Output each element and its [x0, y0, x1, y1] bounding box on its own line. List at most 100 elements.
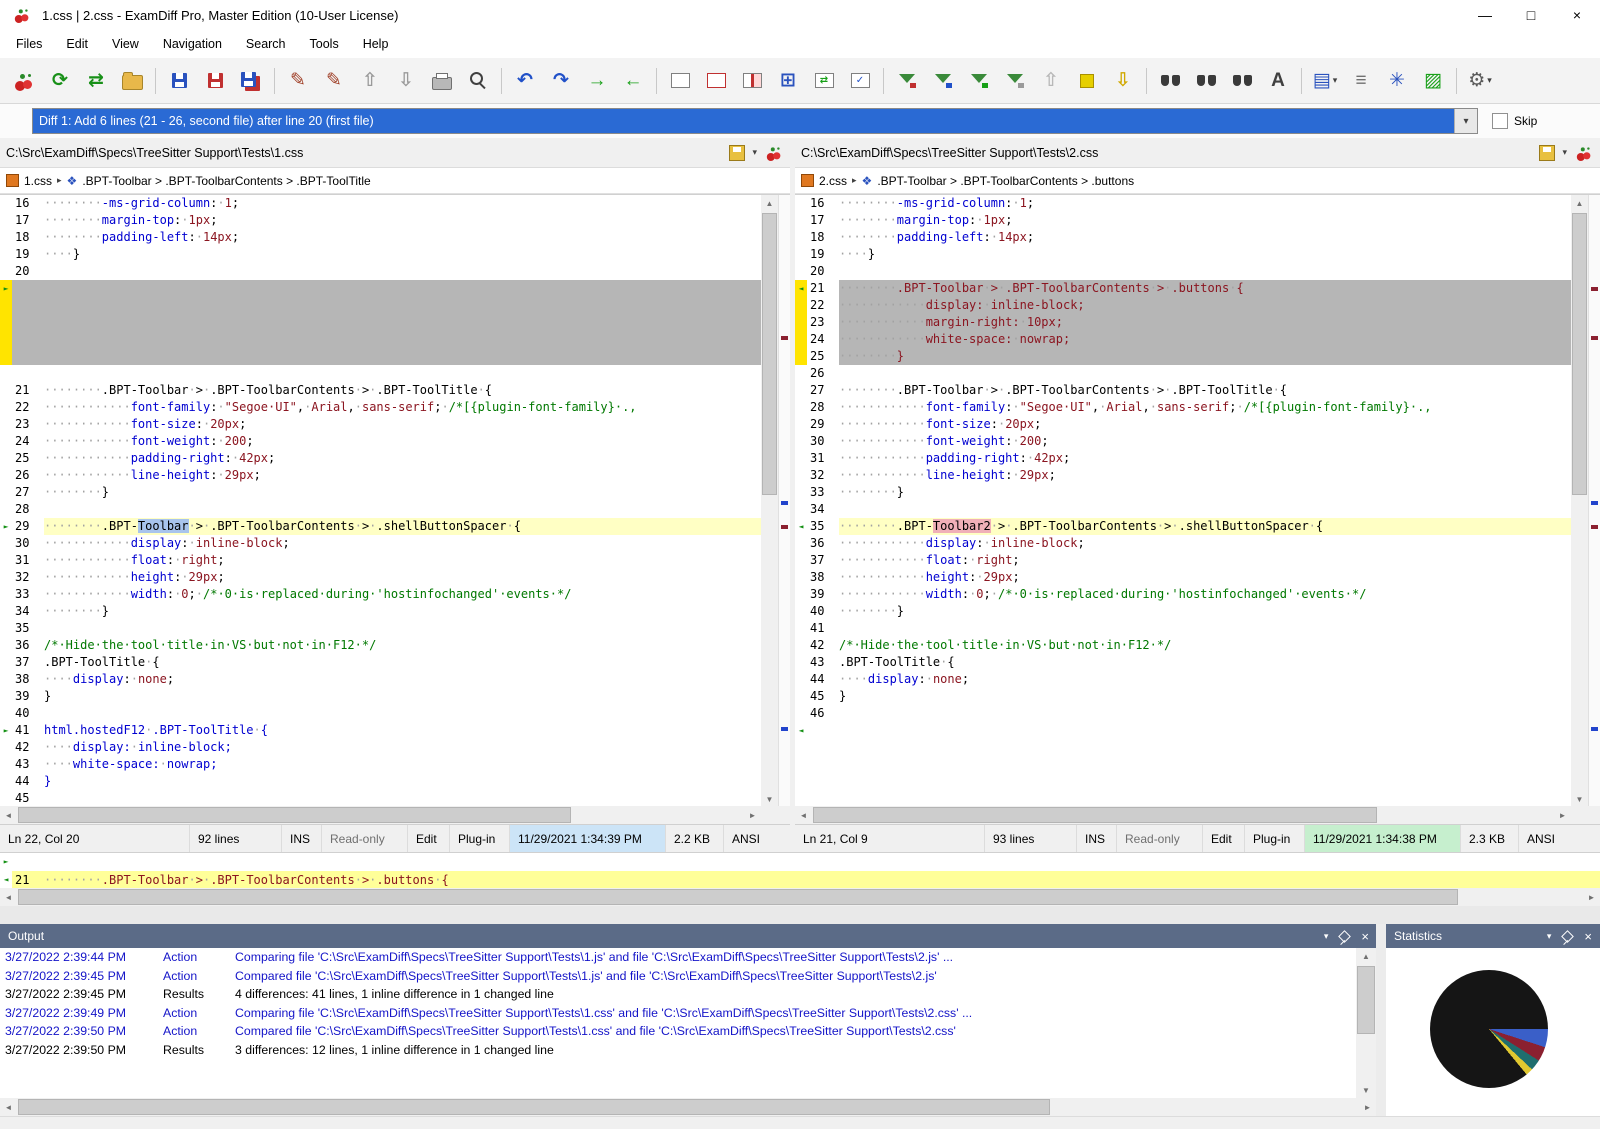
save-copy-icon[interactable] [1539, 145, 1555, 161]
output-vertical-scrollbar[interactable]: ▲ ▼ [1356, 948, 1376, 1098]
save-copy-icon[interactable] [729, 145, 745, 161]
skip-checkbox[interactable] [1492, 113, 1508, 129]
close-panel-icon[interactable]: × [1584, 929, 1592, 944]
grid-view-button[interactable]: ⊞ [771, 64, 805, 98]
find-previous-button[interactable] [1225, 64, 1259, 98]
right-vertical-scrollbar[interactable]: ▲ ▼ [1571, 195, 1588, 807]
scroll-down-icon[interactable]: ▼ [1356, 1082, 1376, 1098]
scrollbar-thumb[interactable] [813, 807, 1377, 823]
code-line[interactable]: 34 [795, 501, 1571, 518]
minimize-button[interactable]: — [1462, 0, 1508, 30]
show-first-pane-only-button[interactable] [663, 64, 697, 98]
menu-search[interactable]: Search [234, 33, 298, 55]
redo-button[interactable]: ↷ [544, 64, 578, 98]
scroll-right-icon[interactable]: ► [744, 806, 761, 824]
diff-selector[interactable]: Diff 1: Add 6 lines (21 - 26, second fil… [32, 108, 1478, 134]
output-horizontal-scrollbar[interactable]: ◄ ► [0, 1098, 1376, 1116]
find-button[interactable] [1153, 64, 1187, 98]
maximize-button[interactable]: □ [1508, 0, 1554, 30]
code-line[interactable]: 30············font-weight:·200; [795, 433, 1571, 450]
code-line[interactable]: 40 [0, 705, 761, 722]
previous-change-block-button[interactable]: ⇧ [1034, 64, 1068, 98]
open-button[interactable] [115, 64, 149, 98]
code-line[interactable]: 16········-ms-grid-column:·1; [795, 195, 1571, 212]
scroll-up-icon[interactable]: ▲ [1356, 948, 1376, 964]
code-line[interactable]: 31············float:·right; [0, 552, 761, 569]
code-line[interactable]: 45 [0, 790, 761, 807]
status-plugin[interactable]: Plug-in [1245, 825, 1305, 852]
show-second-pane-only-button[interactable] [699, 64, 733, 98]
save-both-button[interactable] [234, 64, 268, 98]
status-plugin[interactable]: Plug-in [450, 825, 510, 852]
code-line[interactable]: 28············font-family:·"Segoe·UI",·A… [795, 399, 1571, 416]
scroll-down-icon[interactable]: ▼ [1571, 791, 1588, 807]
code-line[interactable]: 46 [795, 705, 1571, 722]
letter-case-button[interactable]: A [1261, 64, 1295, 98]
filter-added-button[interactable] [926, 64, 960, 98]
find-next-button[interactable] [1189, 64, 1223, 98]
code-line[interactable]: 38············height:·29px; [795, 569, 1571, 586]
panel-menu-caret-icon[interactable]: ▾ [1547, 931, 1552, 942]
edit-report-button[interactable]: ▨ [1416, 64, 1450, 98]
scroll-right-icon[interactable]: ► [1554, 806, 1571, 824]
print-button[interactable] [425, 64, 459, 98]
breadcrumb-file[interactable]: 1.css [24, 174, 52, 188]
scroll-up-icon[interactable]: ▲ [761, 195, 778, 211]
edit-first-file-button[interactable]: ✎ [281, 64, 315, 98]
next-change-block-button[interactable]: ⇩ [1106, 64, 1140, 98]
copy-block-to-second-button[interactable]: ⇩ [389, 64, 423, 98]
status-edit[interactable]: Edit [1203, 825, 1245, 852]
filler-row[interactable] [0, 365, 761, 382]
code-line[interactable]: 33········} [795, 484, 1571, 501]
code-line[interactable]: 24············font-weight:·200; [0, 433, 761, 450]
code-line[interactable]: 27········} [0, 484, 761, 501]
code-line[interactable]: 24············white-space:·nowrap; [795, 331, 1571, 348]
left-code[interactable]: 16········-ms-grid-column:·1;17········m… [0, 195, 761, 807]
breadcrumb-file[interactable]: 2.css [819, 174, 847, 188]
code-line[interactable]: ◄21········.BPT-Toolbar·>·.BPT-ToolbarCo… [795, 280, 1571, 297]
code-line[interactable]: 25········} [795, 348, 1571, 365]
horizontal-splitter[interactable] [0, 906, 1600, 924]
code-line[interactable]: 19····} [795, 246, 1571, 263]
filler-row[interactable] [0, 348, 761, 365]
scroll-down-icon[interactable]: ▼ [761, 791, 778, 807]
code-line[interactable]: 19····} [0, 246, 761, 263]
scroll-left-icon[interactable]: ◄ [0, 1098, 17, 1116]
recompare-button[interactable]: ⟳ [43, 64, 77, 98]
menu-files[interactable]: Files [4, 33, 54, 55]
code-line[interactable]: 25············padding-right:·42px; [0, 450, 761, 467]
code-line[interactable]: 39} [0, 688, 761, 705]
filler-row[interactable] [0, 331, 761, 348]
file-menu-caret-icon[interactable]: ▾ [752, 147, 757, 158]
scroll-right-icon[interactable]: ► [1359, 1098, 1376, 1116]
left-horizontal-scrollbar[interactable]: ◄ ► [0, 806, 790, 824]
current-diff-horizontal-scrollbar[interactable]: ◄ ► [0, 888, 1600, 906]
menu-help[interactable]: Help [351, 33, 401, 55]
breadcrumb-node[interactable]: .BPT-Toolbar > .BPT-ToolbarContents > .b… [877, 174, 1134, 188]
filler-row[interactable] [795, 773, 1571, 790]
diff-arrow-left-icon[interactable]: ◄ [795, 518, 807, 535]
code-line[interactable]: 34········} [0, 603, 761, 620]
code-line[interactable]: 21········.BPT-Toolbar·>·.BPT-ToolbarCon… [0, 382, 761, 399]
code-line[interactable]: 44} [0, 773, 761, 790]
code-line[interactable]: 17········margin-top:·1px; [795, 212, 1571, 229]
scroll-up-icon[interactable]: ▲ [1571, 195, 1588, 211]
panel-menu-caret-icon[interactable]: ▾ [1324, 931, 1329, 942]
code-line[interactable]: 31············padding-right:·42px; [795, 450, 1571, 467]
menu-view[interactable]: View [100, 33, 151, 55]
current-difference-button[interactable] [1070, 64, 1104, 98]
output-row[interactable]: 3/27/2022 2:39:50 PMActionCompared file … [0, 1022, 1356, 1041]
output-row[interactable]: 3/27/2022 2:39:44 PMActionComparing file… [0, 948, 1356, 967]
filler-row[interactable] [795, 756, 1571, 773]
code-line[interactable]: ►41html.hostedF12·.BPT-ToolTitle·{ [0, 722, 761, 739]
code-line[interactable]: 40········} [795, 603, 1571, 620]
chevron-down-icon[interactable]: ▾ [1454, 109, 1477, 133]
code-line[interactable]: 37.BPT-ToolTitle·{ [0, 654, 761, 671]
synchronized-scrolling-button[interactable] [807, 64, 841, 98]
compare-button[interactable] [7, 64, 41, 98]
code-line[interactable]: 39············width:·0;·/*·0·is·replaced… [795, 586, 1571, 603]
scroll-right-icon[interactable]: ► [1583, 888, 1600, 906]
right-diff-map[interactable] [1588, 195, 1600, 807]
diff-arrow-right-icon[interactable]: ► [0, 518, 12, 535]
code-line[interactable]: 22············font-family:·"Segoe·UI",·A… [0, 399, 761, 416]
